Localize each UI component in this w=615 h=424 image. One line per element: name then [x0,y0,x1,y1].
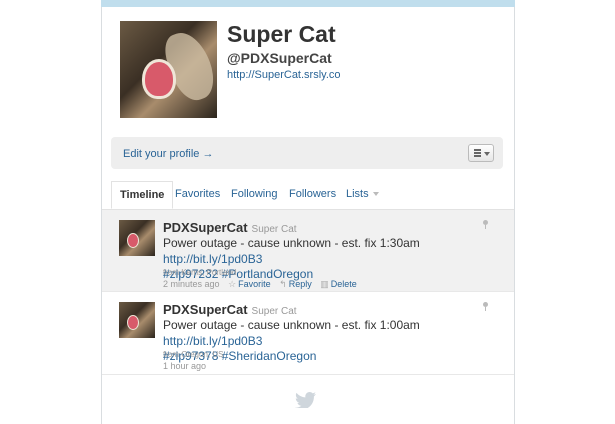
tweet-item[interactable]: PDXSuperCat Super Cat Power outage - caus… [102,210,514,292]
tab-favorites[interactable]: Favorites [175,188,220,200]
tweet-author[interactable]: PDXSuperCat Super Cat [163,220,297,235]
tab-followers[interactable]: Followers [289,188,336,200]
favorite-button[interactable]: Favorite [238,279,271,289]
tweet-body: Power outage - cause unknown - est. fix … [163,236,420,250]
trash-icon[interactable]: ▥ [320,279,329,289]
tab-following[interactable]: Following [231,188,277,200]
tab-lists-label: Lists [346,188,369,200]
tweet-full-name: Super Cat [251,224,297,235]
profile-website-link[interactable]: http://SuperCat.srsly.co [227,69,341,81]
tweet-timestamp[interactable]: 1 hour ago [163,361,206,371]
tweet-full-name: Super Cat [251,306,297,317]
tweet-link[interactable]: http://bit.ly/1pd0B3 [163,334,262,348]
profile-handle: @PDXSuperCat [227,50,332,66]
tab-lists[interactable]: Lists [346,188,379,200]
profile-name: Super Cat [227,21,336,47]
tweet-location: from Kerns, Portland [163,268,237,277]
tweet-screen-name[interactable]: PDXSuperCat [163,220,248,235]
tweet-screen-name[interactable]: PDXSuperCat [163,302,248,317]
tweet-avatar[interactable] [119,302,155,338]
tweet-author[interactable]: PDXSuperCat Super Cat [163,302,297,317]
edit-profile-bar: Edit your profile → [111,137,503,169]
avatar-mouth [142,59,176,99]
profile-tabs: Timeline Favorites Following Followers L… [102,181,514,210]
right-margin [515,0,615,424]
tab-timeline[interactable]: Timeline [111,181,174,209]
delete-button[interactable]: Delete [331,279,357,289]
edit-profile-link[interactable]: Edit your profile → [123,148,213,160]
tweet-body: Power outage - cause unknown - est. fix … [163,318,420,332]
chevron-down-icon [372,192,379,197]
map-pin-icon[interactable] [483,302,488,311]
reply-button[interactable]: Reply [289,279,312,289]
tweet-meta: 1 hour ago [163,361,206,371]
tweet-meta: 2 minutes ago ☆ Favorite ↰ Reply ▥ Delete [163,279,357,290]
tweet-timestamp[interactable]: 2 minutes ago [163,279,220,289]
profile-card: Super Cat @PDXSuperCat http://SuperCat.s… [101,7,515,424]
twitter-bird-icon [295,392,316,408]
tweet-avatar[interactable] [119,220,155,256]
profile-avatar[interactable] [120,21,217,118]
tweet-link[interactable]: http://bit.ly/1pd0B3 [163,252,262,266]
tweet-location: from Oregon, US [163,350,224,359]
star-icon[interactable]: ☆ [228,279,236,289]
list-menu-button[interactable] [468,144,494,162]
list-menu-icon [474,149,481,157]
reply-arrow-icon[interactable]: ↰ [279,279,287,289]
map-pin-icon[interactable] [483,220,488,229]
chevron-down-icon [484,152,490,156]
left-margin [0,0,101,424]
tweet-item[interactable]: PDXSuperCat Super Cat Power outage - caus… [102,292,514,375]
